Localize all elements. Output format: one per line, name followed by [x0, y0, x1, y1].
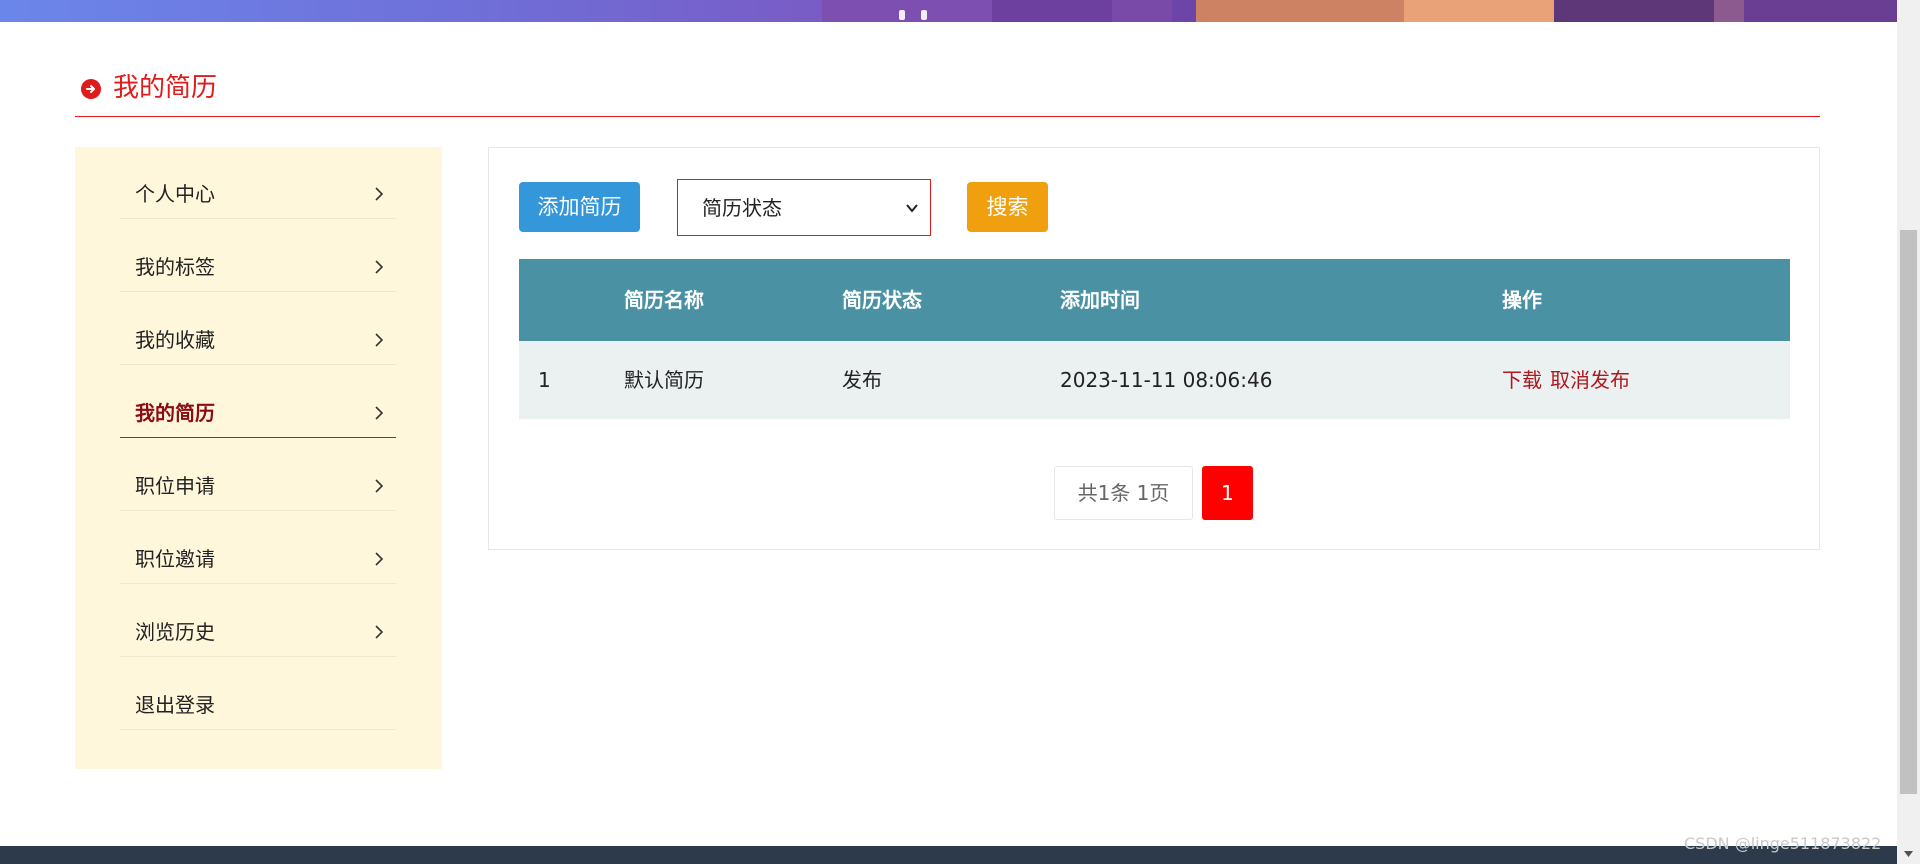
- sidebar-item-my-favorites[interactable]: 我的收藏: [120, 304, 396, 365]
- column-header: 简历名称: [624, 288, 704, 312]
- sidebar-item-my-tags[interactable]: 我的标签: [120, 231, 396, 292]
- chevron-right-icon: [375, 552, 384, 566]
- page-title: 我的简历: [113, 73, 218, 103]
- chevron-right-icon: [375, 333, 384, 347]
- sidebar-item-label: 我的收藏: [135, 328, 215, 352]
- search-button[interactable]: 搜索: [967, 182, 1048, 232]
- resume-status-select[interactable]: 简历状态: [677, 179, 931, 236]
- table-header: 简历名称 简历状态 添加时间 操作: [519, 259, 1790, 341]
- unpublish-link[interactable]: 取消发布: [1550, 341, 1630, 419]
- sidebar-item-label: 个人中心: [135, 182, 215, 206]
- sidebar-item-label: 职位邀请: [135, 547, 215, 571]
- added-time: 2023-11-11 08:06:46: [1060, 368, 1273, 392]
- footer-bar: [0, 846, 1897, 864]
- sidebar-item-logout[interactable]: 退出登录: [120, 669, 396, 730]
- chevron-right-icon: [375, 479, 384, 493]
- scrollbar-thumb[interactable]: [1900, 230, 1917, 794]
- column-header: 操作: [1502, 288, 1542, 312]
- arrow-circle-right-icon: [81, 79, 101, 99]
- sidebar-item-label: 我的标签: [135, 255, 215, 279]
- add-resume-button[interactable]: 添加简历: [519, 182, 640, 232]
- sidebar-item-label: 退出登录: [135, 693, 215, 717]
- column-header: 添加时间: [1060, 288, 1140, 312]
- chevron-right-icon: [375, 187, 384, 201]
- download-link[interactable]: 下载: [1502, 341, 1542, 419]
- resume-name: 默认简历: [624, 368, 704, 392]
- sidebar: 个人中心 我的标签 我的收藏 我的简历 职位申请 职位邀请 浏览历史 退出登录: [75, 147, 442, 769]
- column-header: 简历状态: [842, 288, 922, 312]
- watermark: CSDN @linge511873822: [1684, 834, 1882, 853]
- resume-table: 简历名称 简历状态 添加时间 操作 1 默认简历 发布 2023-11-11 0…: [519, 259, 1790, 419]
- section-header: 我的简历: [75, 70, 1820, 117]
- scroll-down-arrow-icon[interactable]: [1902, 847, 1915, 860]
- sidebar-item-label: 浏览历史: [135, 620, 215, 644]
- chevron-right-icon: [375, 406, 384, 420]
- sidebar-item-browse-history[interactable]: 浏览历史: [120, 596, 396, 657]
- sidebar-item-label: 职位申请: [135, 474, 215, 498]
- table-row: 1 默认简历 发布 2023-11-11 08:06:46 下载 取消发布: [519, 341, 1790, 419]
- sidebar-item-my-resume[interactable]: 我的简历: [120, 377, 396, 438]
- sidebar-item-label: 我的简历: [135, 401, 215, 425]
- resume-panel: 添加简历 简历状态 搜索 简历名称 简历状态 添加时间 操作 1 默认简历 发布…: [488, 147, 1820, 550]
- chevron-right-icon: [375, 625, 384, 639]
- pagination-info: 共1条 1页: [1054, 466, 1193, 520]
- sidebar-item-job-applications[interactable]: 职位申请: [120, 450, 396, 511]
- chevron-down-icon: [906, 204, 918, 213]
- row-index: 1: [538, 368, 551, 392]
- resume-status: 发布: [842, 368, 882, 392]
- chevron-right-icon: [375, 260, 384, 274]
- select-value: 简历状态: [702, 196, 782, 220]
- page-button-1[interactable]: 1: [1202, 466, 1253, 520]
- vertical-scrollbar[interactable]: [1897, 0, 1920, 864]
- sidebar-item-personal-center[interactable]: 个人中心: [120, 158, 396, 219]
- top-banner-image: [0, 0, 1897, 22]
- sidebar-item-job-invitations[interactable]: 职位邀请: [120, 523, 396, 584]
